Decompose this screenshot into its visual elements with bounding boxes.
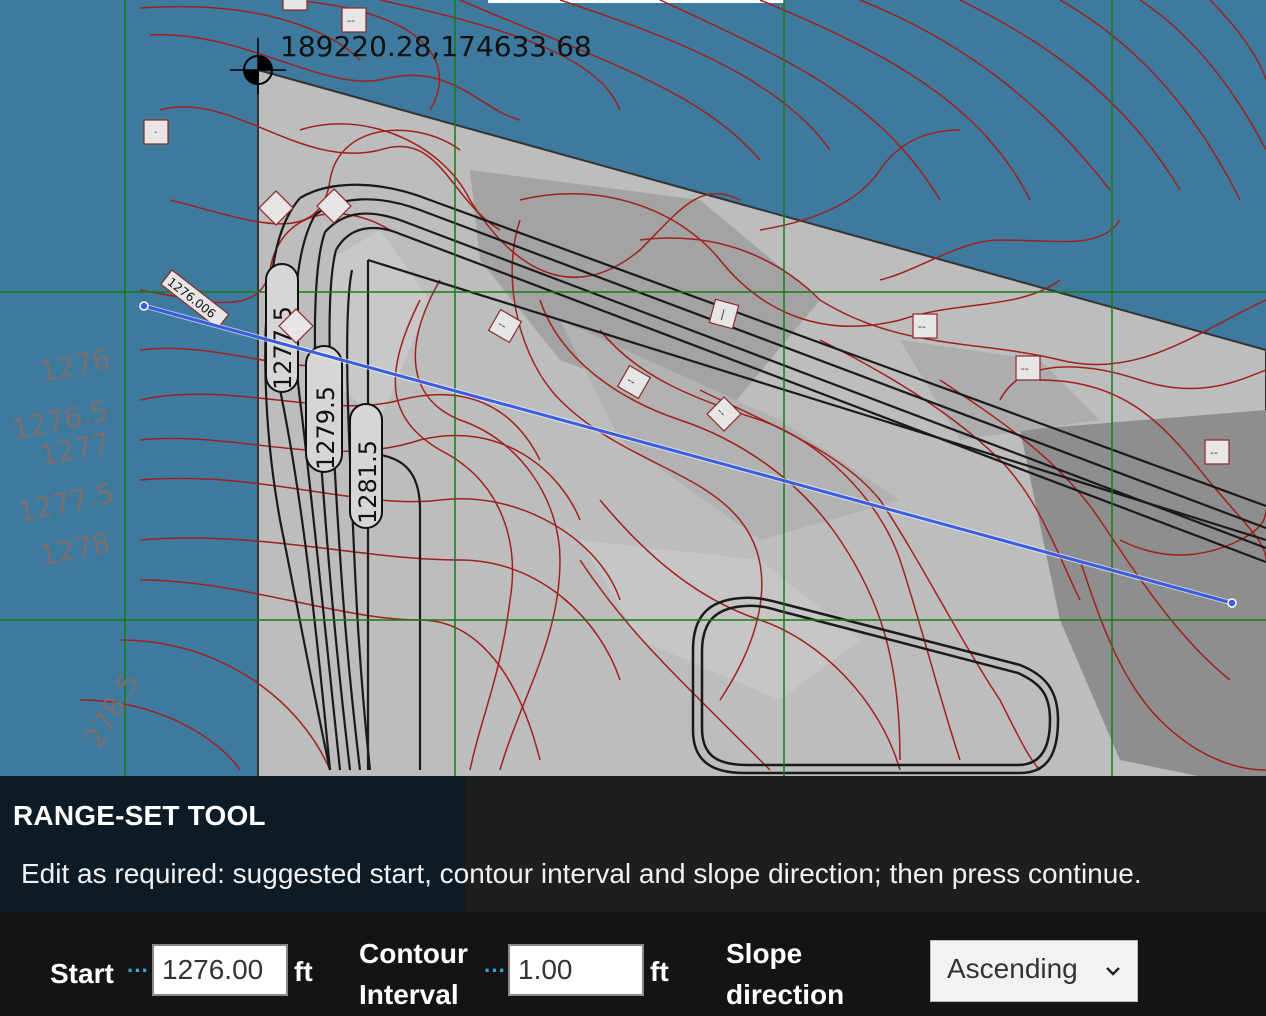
section-end-handle[interactable]	[1227, 598, 1237, 608]
slope-label-line1: Slope	[726, 938, 803, 969]
interval-label-line1: Contour	[359, 938, 468, 969]
start-unit: ft	[294, 956, 313, 987]
panel-title: RANGE-SET TOOL	[13, 800, 266, 831]
contour-interval-input[interactable]	[508, 944, 644, 996]
start-dots: ···	[127, 958, 149, 983]
coordinate-readout: 189220.28,174633.68	[280, 30, 592, 63]
svg-text:--: --	[918, 320, 926, 333]
contour-label: 1281.5	[354, 440, 382, 524]
top-strip	[488, 0, 784, 3]
chevron-down-icon	[1106, 967, 1120, 976]
interval-label-line2: Interval	[359, 979, 459, 1010]
panel-header	[0, 776, 465, 912]
interval-dots: ···	[484, 958, 506, 983]
panel-header-overlay	[465, 776, 1266, 912]
slope-label-line2: direction	[726, 979, 845, 1010]
svg-text:--: --	[1021, 362, 1029, 375]
section-start-handle[interactable]	[139, 301, 149, 311]
marker-text: --	[347, 14, 355, 27]
slope-direction-value: Ascending	[947, 953, 1078, 984]
svg-text:--: --	[1210, 446, 1218, 459]
panel-instruction: Edit as required: suggested start, conto…	[21, 858, 1142, 889]
svg-text:·: ·	[154, 126, 158, 139]
start-label: Start	[50, 958, 114, 989]
interval-unit: ft	[650, 956, 669, 987]
contour-label: 1279.5	[312, 386, 340, 470]
slope-direction-select[interactable]: Ascending	[930, 940, 1138, 1002]
start-input[interactable]	[152, 944, 288, 996]
